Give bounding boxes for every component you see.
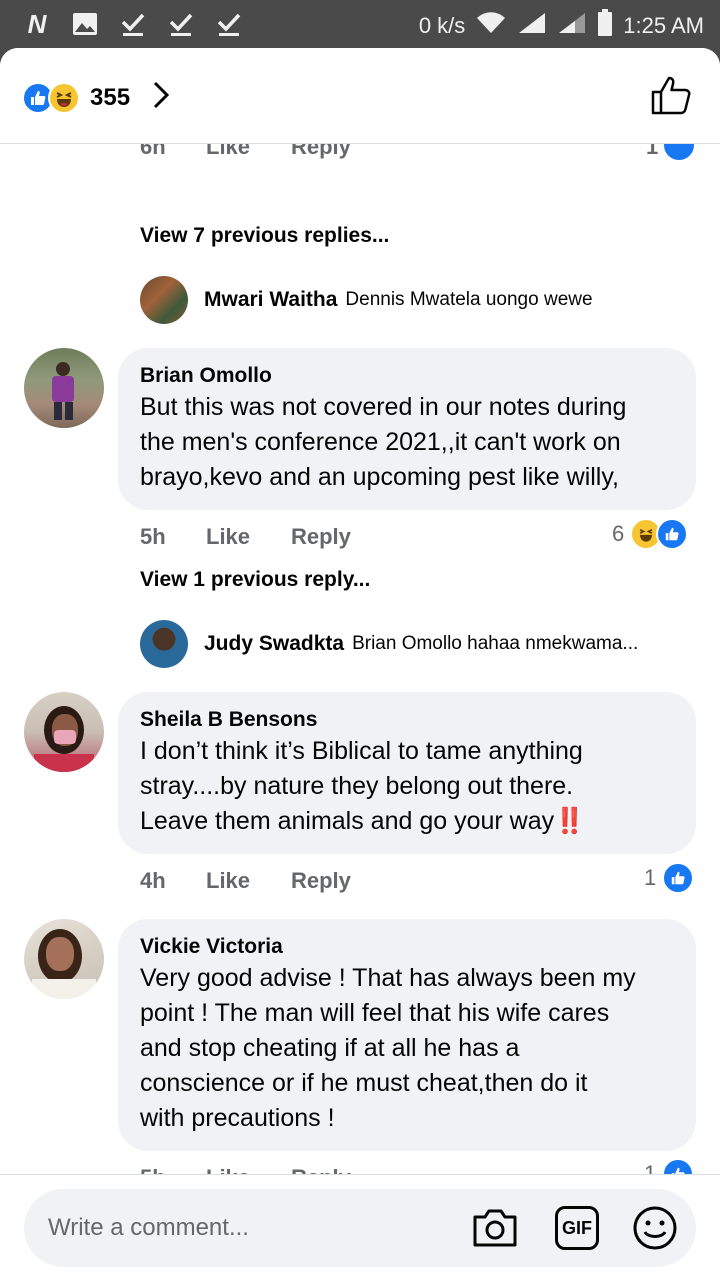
comment-author[interactable]: Brian Omollo: [140, 362, 672, 390]
like-reaction-icon: [662, 144, 696, 162]
comment-author[interactable]: Vickie Victoria: [140, 933, 672, 961]
emoji-icon[interactable]: [630, 1203, 680, 1253]
gallery-icon: [68, 9, 102, 39]
comment-time: 6h: [140, 144, 166, 159]
reaction-count: 1: [644, 865, 657, 890]
reaction-count: 1: [644, 1161, 657, 1174]
reply-author[interactable]: Mwari Waitha: [204, 288, 337, 312]
comment-text: Very good advise ! That has always been …: [140, 964, 636, 1132]
reply-button[interactable]: Reply: [291, 524, 351, 550]
comment-reactions[interactable]: 6: [612, 518, 689, 550]
chevron-right-icon[interactable]: [152, 80, 170, 115]
comment-actions: 4h Like Reply: [140, 868, 700, 898]
comment-time: 5h: [140, 524, 166, 549]
comment-actions: 5h Like Reply: [140, 1165, 700, 1174]
n-app-letter: N: [27, 8, 47, 39]
comment-bubble[interactable]: Brian Omollo But this was not covered in…: [118, 348, 696, 510]
reply-author[interactable]: Judy Swadkta: [204, 632, 344, 656]
view-previous-replies-link[interactable]: View 7 previous replies...: [140, 224, 389, 248]
comment-text: I don’t think it’s Biblical to tame anyt…: [140, 734, 672, 839]
reply-text: Brian Omollo hahaa nmekwama...: [352, 633, 639, 654]
gif-icon[interactable]: GIF: [552, 1203, 602, 1253]
avatar[interactable]: [24, 692, 104, 772]
battery-icon: [597, 9, 613, 43]
comment-text-body: I don’t think it’s Biblical to tame anyt…: [140, 737, 583, 835]
signal-icon: [557, 11, 587, 41]
network-speed: 0 k/s: [418, 13, 466, 38]
reply-button[interactable]: Reply: [291, 144, 351, 160]
status-bar-notifications: N: [20, 9, 246, 39]
haha-reaction-icon: [48, 81, 80, 114]
status-bar: N 0 k/s 1:25 AM: [0, 0, 720, 48]
comment-bubble[interactable]: Sheila B Bensons I don’t think it’s Bibl…: [118, 692, 696, 854]
comment-reactions[interactable]: 1: [644, 1158, 695, 1174]
reaction-count: 1: [646, 144, 659, 159]
like-button[interactable]: Like: [206, 868, 250, 894]
like-reaction-icon: [662, 1158, 695, 1174]
reply-button[interactable]: Reply: [291, 1165, 351, 1174]
avatar[interactable]: [24, 919, 104, 999]
reaction-summary[interactable]: 355: [22, 80, 170, 115]
reaction-count: 6: [612, 521, 625, 546]
comment-author[interactable]: Sheila B Bensons: [140, 706, 672, 734]
clock: 1:25 AM: [623, 13, 704, 38]
comment-list[interactable]: 6h Like Reply 1 View 7 previous replies.…: [0, 144, 720, 1174]
thumbs-up-outline-icon: [651, 76, 691, 115]
reply-button[interactable]: Reply: [291, 868, 351, 894]
signal-icon: [517, 11, 547, 41]
like-button[interactable]: Like: [206, 524, 250, 550]
reaction-count: 355: [90, 83, 131, 111]
view-previous-replies-link[interactable]: View 1 previous reply...: [140, 568, 370, 592]
n-app-icon: N: [20, 9, 54, 39]
comments-sheet: 355 6h Like Reply 1 View 7 previous repl…: [0, 48, 720, 1280]
gif-label: GIF: [555, 1206, 599, 1250]
comment-input[interactable]: [48, 1211, 448, 1245]
download-done-icon: [116, 9, 150, 39]
avatar[interactable]: [140, 620, 188, 668]
reply-text: Dennis Mwatela uongo wewe: [345, 289, 593, 310]
comment-composer: GIF: [0, 1174, 720, 1280]
like-post-button[interactable]: [650, 74, 692, 121]
avatar[interactable]: [140, 276, 188, 324]
status-bar-system: 0 k/s 1:25 AM: [419, 9, 704, 43]
like-reaction-icon: [662, 862, 695, 894]
download-done-icon: [164, 9, 198, 39]
like-reaction-icon: [656, 518, 689, 550]
comment-input-container[interactable]: GIF: [24, 1189, 696, 1267]
reply-item: Mwari Waitha Dennis Mwatela uongo wewe: [140, 276, 593, 324]
reactions-header: 355: [0, 48, 720, 144]
comment-reactions[interactable]: 1: [644, 862, 695, 894]
wifi-icon: [475, 11, 507, 41]
previous-comment-meta: 6h Like Reply 1: [140, 144, 700, 159]
camera-icon[interactable]: [470, 1203, 520, 1253]
comment-text: But this was not covered in our notes du…: [140, 393, 627, 491]
double-exclamation-icon: ‼️: [554, 807, 586, 835]
download-done-icon: [212, 9, 246, 39]
reply-item: Judy Swadkta Brian Omollo hahaa nmekwama…: [140, 620, 638, 668]
comment-time: 5h: [140, 1165, 166, 1174]
comment-bubble[interactable]: Vickie Victoria Very good advise ! That …: [118, 919, 696, 1151]
like-button[interactable]: Like: [206, 144, 250, 160]
like-button[interactable]: Like: [206, 1165, 250, 1174]
comment-time: 4h: [140, 868, 166, 893]
avatar[interactable]: [24, 348, 104, 428]
